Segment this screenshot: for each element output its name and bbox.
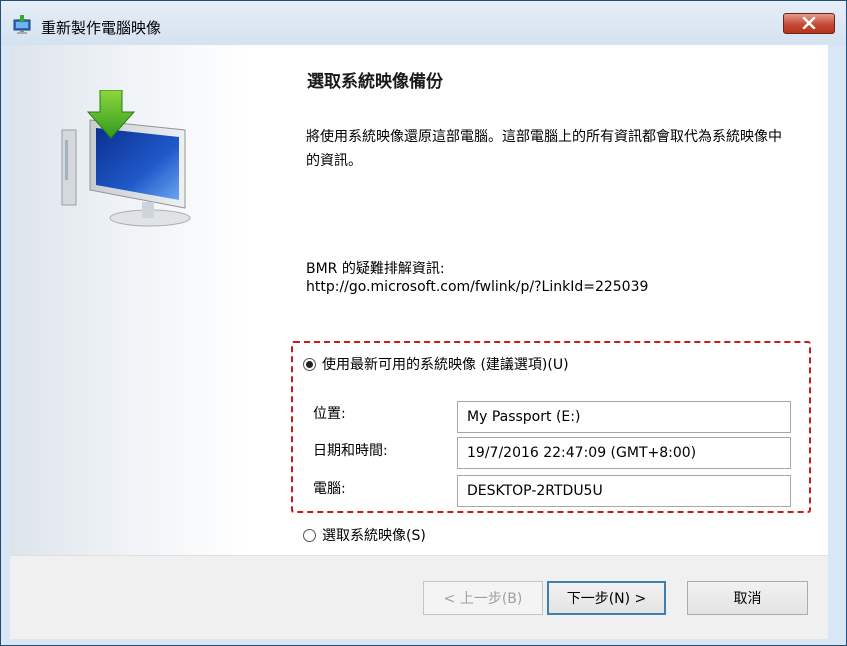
button-bar: < 上一步(B) 下一步(N) > 取消 bbox=[10, 555, 828, 639]
wizard-content: 選取系統映像備份 將使用系統映像還原這部電腦。這部電腦上的所有資訊都會取代為系統… bbox=[10, 45, 828, 639]
monitor-restore-icon bbox=[60, 89, 195, 230]
close-button[interactable] bbox=[783, 13, 835, 34]
use-latest-image-radio[interactable] bbox=[303, 357, 316, 371]
use-latest-image-option[interactable]: 使用最新可用的系統映像 (建議選項)(U) bbox=[303, 354, 569, 374]
location-label: 位置: bbox=[313, 406, 346, 422]
title-bar[interactable]: 重新製作電腦映像 bbox=[1, 1, 846, 45]
wizard-side-panel bbox=[10, 45, 250, 555]
cancel-button[interactable]: 取消 bbox=[687, 581, 808, 615]
page-heading: 選取系統映像備份 bbox=[307, 72, 443, 92]
window-title: 重新製作電腦映像 bbox=[41, 19, 162, 37]
use-latest-image-label: 使用最新可用的系統映像 (建議選項)(U) bbox=[322, 357, 569, 373]
restore-computer-icon bbox=[11, 15, 33, 35]
computer-label: 電腦: bbox=[313, 481, 346, 497]
wizard-window: 重新製作電腦映像 選取系統映像備份 將使用系統映像還原這部電腦。這部電腦上的所有… bbox=[0, 0, 847, 646]
choose-image-option[interactable]: 選取系統映像(S) bbox=[303, 525, 426, 545]
bmr-info-label: BMR 的疑難排解資訊: bbox=[306, 261, 445, 277]
close-icon bbox=[802, 14, 816, 33]
computer-field: DESKTOP-2RTDU5U bbox=[457, 475, 791, 507]
choose-image-radio[interactable] bbox=[303, 528, 316, 542]
datetime-label: 日期和時間: bbox=[313, 443, 388, 459]
choose-image-label: 選取系統映像(S) bbox=[322, 528, 426, 544]
datetime-field: 19/7/2016 22:47:09 (GMT+8:00) bbox=[457, 437, 791, 469]
page-description: 將使用系統映像還原這部電腦。這部電腦上的所有資訊都會取代為系統映像中的資訊。 bbox=[306, 129, 782, 169]
bmr-info-link[interactable]: http://go.microsoft.com/fwlink/p/?LinkId… bbox=[306, 279, 648, 295]
next-button[interactable]: 下一步(N) > bbox=[547, 581, 666, 615]
back-button[interactable]: < 上一步(B) bbox=[423, 581, 543, 615]
location-field: My Passport (E:) bbox=[457, 401, 791, 433]
